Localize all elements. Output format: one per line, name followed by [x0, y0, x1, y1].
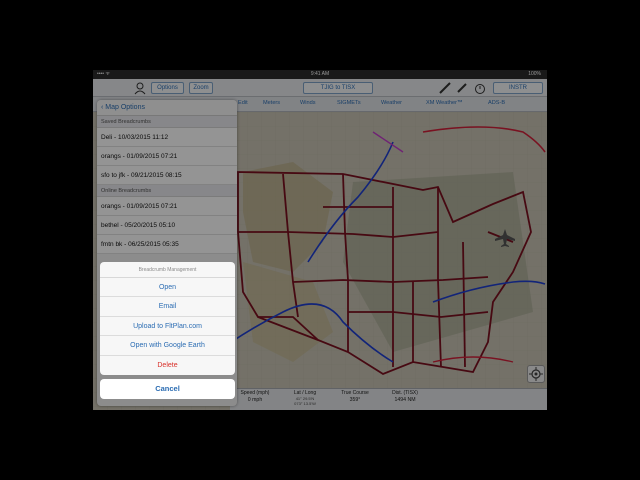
breadcrumb-action-sheet: Breadcrumb Management Open Email Upload …: [100, 262, 235, 399]
upload-fltplan-button[interactable]: Upload to FltPlan.com: [100, 317, 235, 337]
ipad-screen: •••• ᯤ 9:41 AM 100% Options Zoom TJIG to…: [93, 70, 547, 410]
action-sheet-title: Breadcrumb Management: [100, 262, 235, 278]
open-button[interactable]: Open: [100, 278, 235, 298]
action-group: Breadcrumb Management Open Email Upload …: [100, 262, 235, 375]
delete-button[interactable]: Delete: [100, 356, 235, 375]
open-google-earth-button[interactable]: Open with Google Earth: [100, 336, 235, 356]
email-button[interactable]: Email: [100, 297, 235, 317]
cancel-button[interactable]: Cancel: [100, 378, 235, 399]
